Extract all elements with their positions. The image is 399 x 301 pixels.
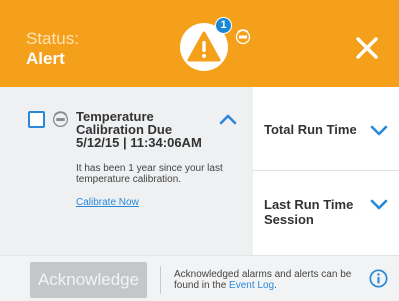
chevron-down-icon[interactable]: [370, 199, 388, 211]
last-run-time-session-label: Last Run Time Session: [264, 197, 354, 227]
alert-checkbox[interactable]: [28, 111, 45, 128]
alert-count-badge: 1: [215, 17, 232, 34]
alert-title: Temperature Calibration Due 5/12/15 | 11…: [76, 110, 226, 149]
warning-icon: [187, 31, 221, 62]
run-time-panel: Total Run Time Last Run Time Session: [253, 87, 399, 255]
chevron-down-icon[interactable]: [370, 125, 388, 137]
alert-timestamp: 5/12/15 | 11:34:06AM: [76, 135, 202, 150]
footer-bar: Acknowledge Acknowledged alarms and aler…: [0, 255, 399, 301]
alert-item: Temperature Calibration Due 5/12/15 | 11…: [0, 87, 253, 255]
acknowledge-button[interactable]: Acknowledge: [30, 262, 147, 298]
total-run-time-row[interactable]: Total Run Time: [253, 87, 399, 169]
info-icon[interactable]: [369, 269, 388, 288]
last-run-time-session-row[interactable]: Last Run Time Session: [253, 170, 399, 255]
alert-message: It has been 1 year since your last tempe…: [76, 163, 223, 185]
status-label: Status:: [26, 29, 79, 48]
total-run-time-label: Total Run Time: [264, 122, 357, 137]
footer-divider: [160, 266, 161, 294]
calibrate-now-link[interactable]: Calibrate Now: [76, 197, 139, 208]
collapse-chevron-up-icon[interactable]: [219, 113, 237, 125]
event-log-link[interactable]: Event Log: [229, 280, 274, 291]
status-header: Status: Alert 1: [0, 0, 399, 87]
status-value: Alert: [26, 49, 65, 68]
calibration-icon: [52, 111, 69, 128]
close-button[interactable]: [355, 36, 379, 60]
footer-info-suffix: .: [274, 280, 277, 291]
calibration-icon: [235, 29, 251, 45]
footer-info-text: Acknowledged alarms and alerts can be fo…: [174, 269, 359, 291]
